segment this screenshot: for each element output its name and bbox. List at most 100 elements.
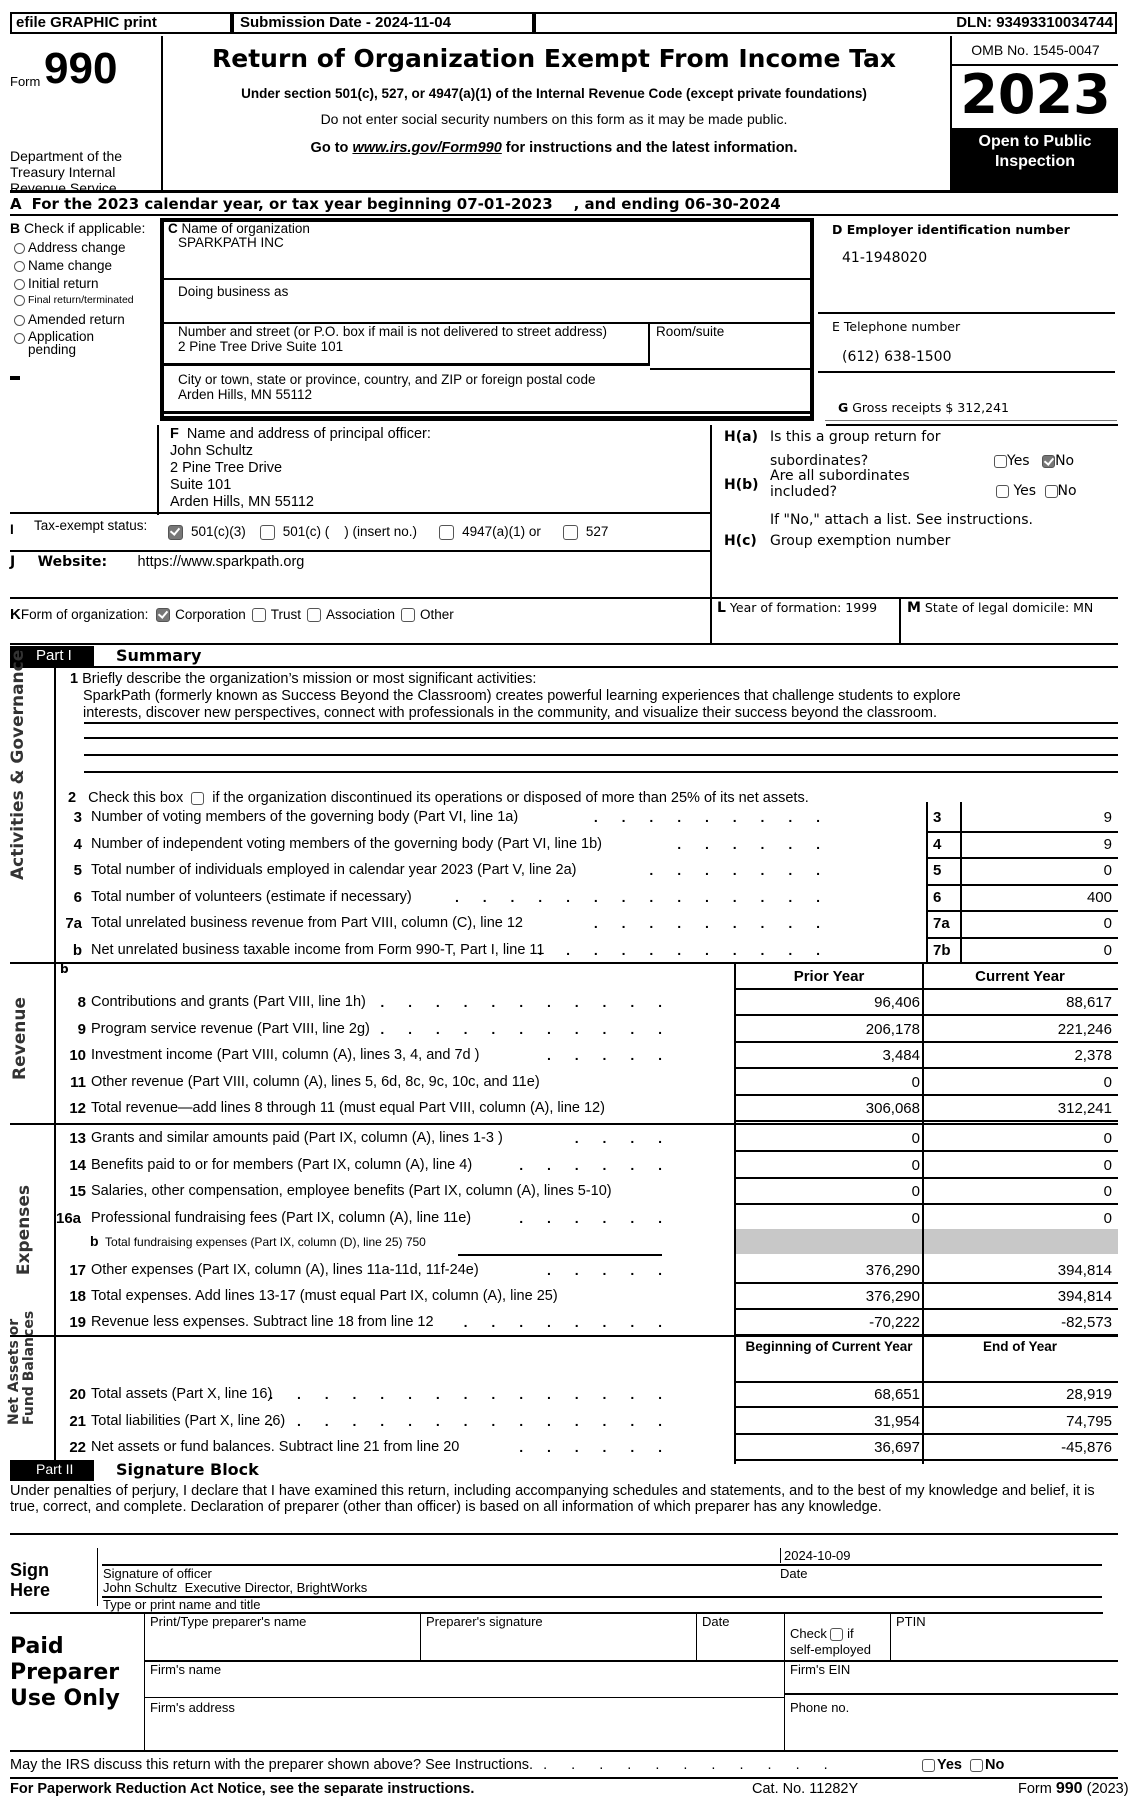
- preparer-signature-field[interactable]: Preparer's signature: [426, 1614, 692, 1660]
- line-box-number: 4: [933, 835, 942, 853]
- org-name-block: C Name of organization SPARKPATH INC: [168, 221, 310, 250]
- check-applicable-checkbox[interactable]: [14, 294, 25, 306]
- city-label: City or town, state or province, country…: [178, 372, 596, 387]
- efile-label: efile GRAPHIC print: [12, 14, 230, 32]
- value-current: 0: [1103, 1183, 1112, 1200]
- hb-yes-checkbox[interactable]: [996, 484, 1009, 498]
- self-employed-checkbox[interactable]: [830, 1628, 844, 1642]
- divider: [10, 962, 1118, 964]
- summary-line-19: 19 Revenue less expenses. Subtract line 1…: [69, 1314, 1112, 1331]
- value-prior: 0: [911, 1130, 920, 1147]
- open-public-badge: Open to Public Inspection: [952, 128, 1118, 190]
- divider: [960, 802, 962, 962]
- divider: [10, 190, 1118, 193]
- firm-ein-field[interactable]: Firm's EIN: [790, 1662, 1110, 1696]
- divider: [734, 1381, 1118, 1383]
- divider: [926, 910, 1118, 912]
- check-item-0: Address change: [14, 240, 126, 255]
- hb-options: Yes No: [996, 482, 1077, 500]
- mission-line: [84, 737, 1118, 739]
- mission-block: 1 Briefly describe the organization’s mi…: [70, 671, 1110, 722]
- check-item-1: Name change: [14, 258, 112, 273]
- signature-line[interactable]: [102, 1564, 1102, 1566]
- summary-line-14: 14 Benefits paid to or for members (Part …: [69, 1156, 1112, 1174]
- part-2-title: Signature Block: [116, 1460, 259, 1479]
- irs-link[interactable]: www.irs.gov/Form990: [352, 140, 501, 156]
- ssn-notice: Do not enter social security numbers on …: [320, 111, 788, 127]
- ha-no-checkbox[interactable]: [1042, 454, 1056, 468]
- value-prior: 306,068: [865, 1100, 920, 1117]
- preparer-name-field[interactable]: Print/Type preparer's name: [150, 1614, 418, 1660]
- value-prior: 0: [911, 1156, 920, 1174]
- divider: [734, 1203, 1118, 1205]
- check-applicable-checkbox[interactable]: [14, 260, 25, 272]
- value-current: 0: [1103, 1156, 1112, 1174]
- summary-line-17: 17 Other expenses (Part IX, column (A), l…: [69, 1262, 1112, 1279]
- firm-name-field[interactable]: Firm's name: [150, 1662, 780, 1696]
- check-item-4: Amended return: [14, 312, 125, 327]
- org-name-value: SPARKPATH INC: [178, 235, 284, 250]
- col-current-year: Current Year: [975, 968, 1065, 985]
- submission-date: Submission Date - 2024-11-04: [234, 14, 532, 32]
- preparer-date-field[interactable]: Date: [702, 1614, 782, 1660]
- firm-address-field[interactable]: Firm's address: [150, 1700, 780, 1748]
- col-beginning-year: Beginning of Current Year: [745, 1339, 913, 1354]
- divider: [734, 1093, 1118, 1096]
- divider: [10, 550, 710, 552]
- hb-no-checkbox[interactable]: [1044, 484, 1058, 498]
- value-prior: 376,290: [865, 1262, 920, 1279]
- divider: [10, 1750, 1118, 1752]
- check-applicable-checkbox[interactable]: [14, 242, 25, 254]
- divider: [164, 411, 814, 414]
- form-number-block: Form 990 Department of the Treasury Inte…: [10, 40, 160, 192]
- ha-yes-checkbox[interactable]: [994, 454, 1007, 468]
- officer-address-line: Arden Hills, MN 55112: [170, 494, 314, 510]
- phone-field[interactable]: Phone no.: [790, 1700, 1110, 1748]
- check-item-5: Application pending: [14, 330, 98, 356]
- officer-address-line: 2 Pine Tree Drive: [170, 460, 283, 476]
- divider: [734, 1120, 1118, 1122]
- self-employed-check: Check if self-employed: [790, 1626, 871, 1657]
- discuss-no-checkbox[interactable]: [970, 1758, 984, 1772]
- org-form-checkbox-1[interactable]: [251, 608, 266, 623]
- website-value[interactable]: https://www.sparkpath.org: [138, 554, 305, 570]
- gross-receipts: G Gross receipts $ 312,241: [838, 400, 1009, 415]
- discontinued-checkbox[interactable]: [191, 791, 205, 805]
- line-value: 0: [1103, 862, 1112, 879]
- divider: [818, 312, 1115, 314]
- officer-address-line: John Schultz: [170, 443, 254, 459]
- section-b: B Check if applicable: Address change Nam…: [10, 220, 160, 356]
- divider: [734, 988, 1118, 990]
- mission-line: [84, 754, 1118, 756]
- value-current: -82,573: [1061, 1314, 1112, 1331]
- line-box-number: 7b: [933, 941, 951, 959]
- section-c-box: C Name of organization SPARKPATH INC Doi…: [160, 218, 814, 421]
- org-name-label: Name of organization: [181, 221, 310, 236]
- divider: [926, 830, 1118, 833]
- line-value: 0: [1103, 941, 1112, 959]
- date-label: Date: [780, 1566, 808, 1581]
- divider: [97, 1548, 98, 1606]
- value-begin: 31,954: [874, 1412, 920, 1430]
- ptin-field[interactable]: PTIN: [896, 1614, 1096, 1660]
- check-applicable-checkbox[interactable]: [14, 332, 25, 344]
- officer-address-line: Suite 101: [170, 477, 232, 493]
- check-applicable-checkbox[interactable]: [14, 278, 25, 290]
- check-applicable-checkbox[interactable]: [14, 314, 25, 326]
- tax-status-checkbox-0[interactable]: [168, 524, 183, 540]
- perjury-statement: Under penalties of perjury, I declare th…: [10, 1483, 1095, 1515]
- tax-status-checkbox-1[interactable]: [259, 524, 275, 540]
- line-value: 9: [1103, 809, 1112, 826]
- org-form-checkbox-2[interactable]: [306, 608, 321, 623]
- website-row: J Website: https://www.sparkpath.org: [10, 554, 305, 570]
- divider: [926, 802, 928, 962]
- summary-line-22: 22 Net assets or fund balances. Subtract …: [69, 1439, 1112, 1456]
- section-b-title: B Check if applicable:: [10, 220, 146, 236]
- org-form-checkbox-3[interactable]: [401, 608, 416, 623]
- discuss-yes-checkbox[interactable]: [922, 1758, 935, 1772]
- org-form-checkbox-0[interactable]: [156, 608, 171, 623]
- sign-date-value: 2024-10-09: [780, 1548, 851, 1563]
- divider: [145, 1697, 785, 1698]
- tax-status-checkbox-2[interactable]: [439, 524, 455, 540]
- tax-status-checkbox-3[interactable]: [562, 524, 578, 540]
